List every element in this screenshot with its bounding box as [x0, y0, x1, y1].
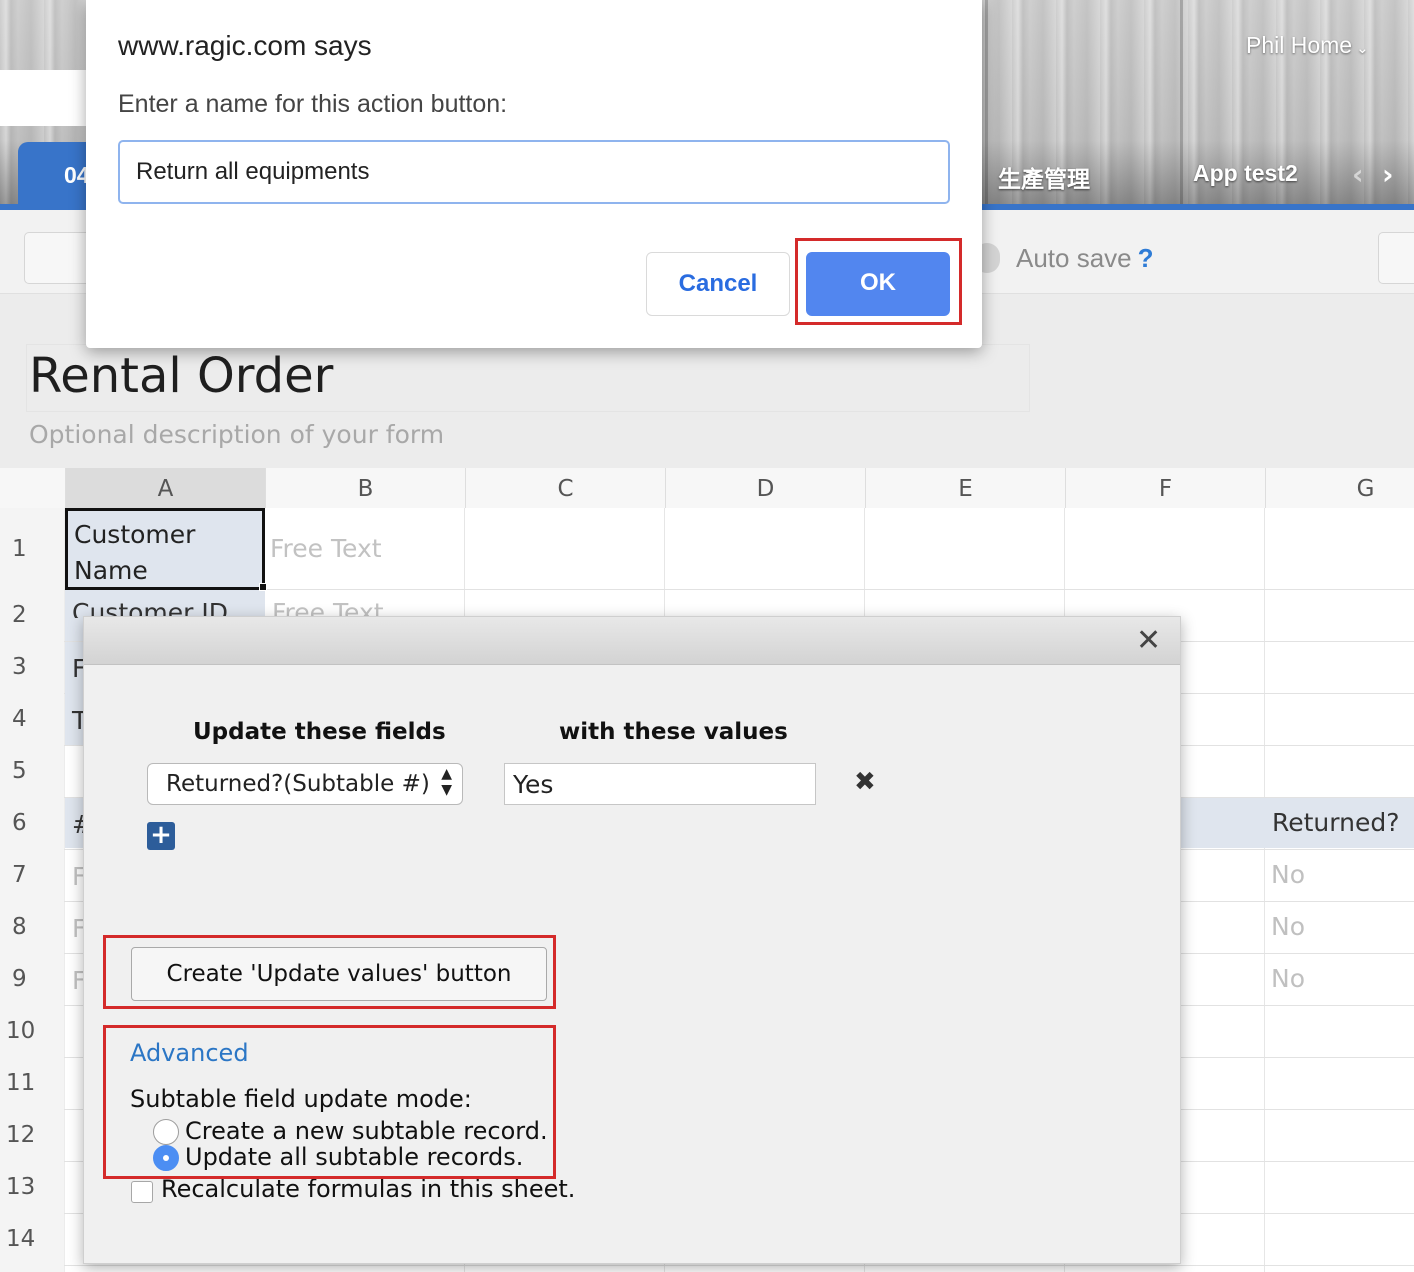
column-header-f[interactable]: F: [1065, 468, 1265, 508]
remove-row-icon[interactable]: ✖: [854, 767, 876, 797]
select-arrows-icon: ▲ ▼: [441, 766, 452, 798]
tab-production[interactable]: 生產管理: [998, 160, 1090, 194]
row-header[interactable]: 4: [0, 706, 64, 732]
row-header[interactable]: 14: [0, 1226, 64, 1252]
column-header-a[interactable]: A: [65, 468, 265, 508]
cell-g7-text[interactable]: No: [1271, 860, 1305, 889]
values-column-header: with these values: [559, 719, 788, 745]
autosave-text: Auto save: [1016, 243, 1132, 273]
recalculate-label: Recalculate formulas in this sheet.: [161, 1175, 576, 1203]
tab-app-test2[interactable]: App test2: [1193, 160, 1298, 187]
fill-handle[interactable]: [259, 583, 267, 591]
recalculate-checkbox[interactable]: [131, 1181, 153, 1203]
annotation-box-create: [103, 935, 556, 1009]
chevron-left-icon[interactable]: ‹: [1352, 160, 1364, 190]
field-select[interactable]: Returned?(Subtable #) ▲ ▼: [147, 763, 463, 805]
button-name-input[interactable]: Return all equipments: [118, 140, 950, 204]
autosave-label: Auto save?: [1016, 243, 1154, 274]
cell-a2-text: Customer ID: [72, 598, 229, 618]
dialog-titlebar: [84, 617, 1180, 665]
prompt-title: www.ragic.com says: [118, 30, 372, 61]
annotation-box-advanced: [103, 1025, 556, 1179]
column-header-b[interactable]: B: [265, 468, 465, 508]
chevron-right-icon[interactable]: ›: [1382, 160, 1394, 190]
cancel-button[interactable]: Cancel: [646, 252, 790, 316]
row-header[interactable]: 3: [0, 654, 64, 680]
cell-g6-text[interactable]: Returned?: [1272, 808, 1399, 837]
cell-b1-text[interactable]: Free Text: [270, 534, 382, 563]
column-header-d[interactable]: D: [665, 468, 865, 508]
column-header-e[interactable]: E: [865, 468, 1065, 508]
value-input[interactable]: Yes: [504, 763, 816, 805]
tab-label: 生產管理: [998, 166, 1090, 192]
cell-b2-text: Free Text: [272, 598, 384, 618]
grid-line: [1264, 508, 1265, 1272]
grid-line: [64, 1265, 1414, 1266]
cell-a1-selected[interactable]: Customer Name: [65, 508, 265, 590]
header-search-strip: [0, 70, 100, 126]
column-header-c[interactable]: C: [465, 468, 665, 508]
row-header[interactable]: 10: [0, 1018, 64, 1044]
toolbar-button[interactable]: [1378, 232, 1414, 284]
cell-a1-text: Customer Name: [74, 520, 196, 585]
close-icon[interactable]: ✕: [1136, 623, 1161, 658]
help-icon[interactable]: ?: [1138, 243, 1154, 273]
chevron-down-icon: ⌄: [1356, 40, 1369, 57]
row-header[interactable]: 6: [0, 810, 64, 836]
cell-g8-text[interactable]: No: [1271, 912, 1305, 941]
add-field-icon[interactable]: +: [147, 822, 175, 850]
annotation-box-ok: [795, 238, 962, 325]
user-menu[interactable]: Phil Home ⌄: [1246, 32, 1369, 59]
row-header[interactable]: 8: [0, 914, 64, 940]
form-description[interactable]: Optional description of your form: [29, 420, 444, 449]
tab-label: App test2: [1193, 160, 1298, 186]
cell-g9-text[interactable]: No: [1271, 964, 1305, 993]
row-header[interactable]: 12: [0, 1122, 64, 1148]
row-header[interactable]: 7: [0, 862, 64, 888]
row-header[interactable]: 11: [0, 1070, 64, 1096]
user-menu-label: Phil Home: [1246, 32, 1353, 58]
column-header-g[interactable]: G: [1265, 468, 1414, 508]
row-header[interactable]: 1: [0, 536, 64, 562]
row-header[interactable]: 9: [0, 966, 64, 992]
row-header[interactable]: 5: [0, 758, 64, 784]
fields-column-header: Update these fields: [193, 719, 446, 745]
row-header[interactable]: 2: [0, 602, 64, 628]
field-select-value: Returned?(Subtable #): [166, 771, 430, 797]
form-title[interactable]: Rental Order: [29, 348, 333, 404]
toolbar-button[interactable]: [24, 232, 94, 284]
prompt-message: Enter a name for this action button:: [118, 90, 508, 118]
row-header[interactable]: 13: [0, 1174, 64, 1200]
